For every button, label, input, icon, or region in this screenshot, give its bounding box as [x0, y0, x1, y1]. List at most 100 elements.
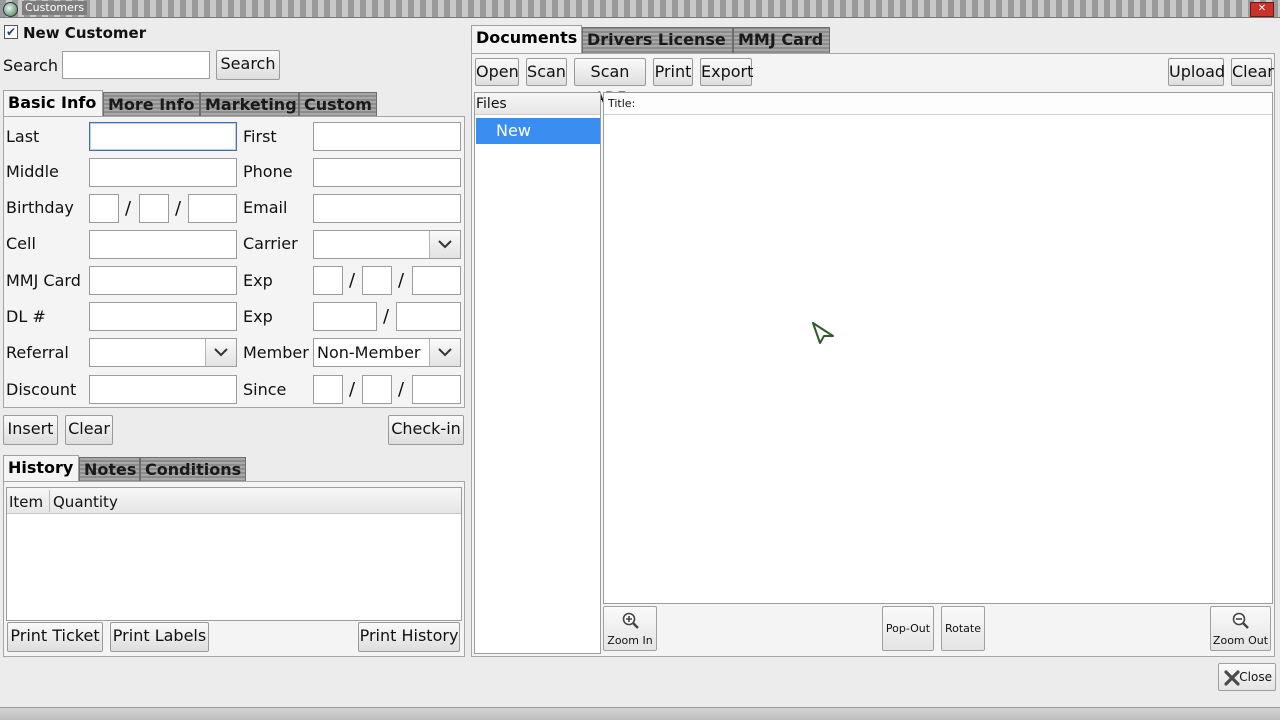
chevron-down-icon[interactable] — [205, 339, 236, 366]
print-ticket-button[interactable]: Print Ticket — [7, 622, 103, 652]
chevron-down-icon[interactable] — [429, 339, 460, 366]
zoom-in-button[interactable]: Zoom In — [603, 606, 657, 651]
dl-number-input[interactable] — [89, 302, 237, 331]
column-header-item[interactable]: Item — [9, 492, 43, 512]
scan-button[interactable]: Scan — [526, 58, 567, 86]
dl-exp-year-input[interactable] — [396, 302, 461, 331]
check-in-button[interactable]: Check-in — [388, 415, 464, 445]
mmj-exp-label: Exp — [243, 271, 273, 290]
mmj-exp-separator: / — [349, 270, 356, 291]
title-bar: Customers ✕ — [0, 0, 1280, 18]
rotate-button[interactable]: Rotate — [941, 606, 985, 651]
close-button[interactable]: Close — [1218, 663, 1276, 691]
dl-exp-month-input[interactable] — [313, 302, 377, 331]
tab-marketing[interactable]: Marketing — [200, 92, 299, 117]
search-label: Search — [3, 56, 58, 75]
birthday-month-input[interactable] — [89, 194, 119, 223]
phone-input[interactable] — [313, 158, 461, 187]
chevron-down-icon[interactable] — [429, 231, 460, 258]
cell-input[interactable] — [89, 230, 237, 259]
birthday-year-input[interactable] — [188, 194, 237, 223]
zoom-out-button[interactable]: Zoom Out — [1210, 606, 1271, 651]
pop-out-button[interactable]: Pop-Out — [882, 606, 934, 651]
dl-exp-separator: / — [383, 306, 390, 327]
first-name-input[interactable] — [313, 122, 461, 151]
dl-label: DL # — [6, 307, 46, 326]
mmj-card-input[interactable] — [89, 266, 237, 295]
clear-button[interactable]: Clear — [65, 415, 113, 445]
tab-mmj-card[interactable]: MMJ Card — [733, 27, 830, 53]
since-separator: / — [398, 379, 405, 400]
file-item-new[interactable]: New — [476, 118, 600, 144]
viewer-title-bar: Title: — [604, 93, 1272, 115]
carrier-label: Carrier — [243, 234, 298, 253]
open-button[interactable]: Open — [475, 58, 519, 86]
print-history-button[interactable]: Print History — [358, 622, 460, 652]
zoom-in-label: Zoom In — [607, 634, 653, 647]
since-separator: / — [349, 379, 356, 400]
birthday-separator: / — [125, 198, 132, 219]
column-header-quantity[interactable]: Quantity — [53, 492, 118, 512]
middle-label: Middle — [6, 162, 59, 181]
tab-custom[interactable]: Custom — [299, 92, 377, 117]
birthday-separator: / — [175, 198, 182, 219]
since-day-input[interactable] — [362, 375, 392, 404]
mmj-card-label: MMJ Card — [6, 271, 81, 290]
middle-name-input[interactable] — [89, 158, 237, 187]
email-label: Email — [243, 198, 288, 217]
window-close-icon[interactable]: ✕ — [1250, 2, 1274, 17]
new-customer-label: New Customer — [23, 24, 147, 42]
files-header: Files — [475, 93, 600, 115]
since-month-input[interactable] — [313, 375, 343, 404]
new-customer-checkbox[interactable]: ✔ — [4, 25, 18, 39]
mmj-exp-year-input[interactable] — [412, 266, 461, 295]
birthday-label: Birthday — [6, 198, 74, 217]
zoom-in-icon — [622, 612, 639, 629]
mmj-exp-month-input[interactable] — [313, 266, 343, 295]
discount-label: Discount — [6, 380, 77, 399]
print-button[interactable]: Print — [653, 58, 693, 86]
close-icon — [1224, 670, 1240, 686]
upload-button[interactable]: Upload — [1168, 58, 1225, 86]
print-labels-button[interactable]: Print Labels — [110, 622, 209, 652]
zoom-out-label: Zoom Out — [1212, 634, 1269, 647]
discount-input[interactable] — [89, 375, 237, 404]
email-input[interactable] — [313, 194, 461, 223]
cell-label: Cell — [6, 234, 36, 253]
member-select[interactable]: Non-Member — [313, 338, 461, 367]
member-label: Member — [243, 343, 309, 362]
carrier-select[interactable] — [313, 230, 461, 259]
tab-drivers-license[interactable]: Drivers License — [582, 27, 733, 53]
birthday-day-input[interactable] — [139, 194, 169, 223]
zoom-out-icon — [1232, 612, 1249, 629]
window-bottom-border — [0, 707, 1280, 720]
since-year-input[interactable] — [412, 375, 461, 404]
clear-document-button[interactable]: Clear — [1231, 58, 1274, 86]
tab-more-info[interactable]: More Info — [103, 92, 200, 117]
export-button[interactable]: Export — [700, 58, 753, 86]
column-divider — [49, 490, 50, 512]
close-label: Close — [1239, 670, 1272, 684]
tab-basic-info[interactable]: Basic Info — [3, 90, 103, 118]
mouse-cursor-icon — [812, 322, 834, 344]
tab-notes[interactable]: Notes — [79, 457, 140, 482]
search-input[interactable] — [62, 51, 210, 79]
insert-button[interactable]: Insert — [3, 415, 58, 445]
scan-adf-button[interactable]: Scan ADF — [574, 58, 646, 107]
search-button[interactable]: Search — [216, 50, 280, 80]
tab-documents[interactable]: Documents — [471, 25, 582, 54]
last-label: Last — [6, 127, 40, 146]
phone-label: Phone — [243, 162, 293, 181]
last-name-input[interactable] — [89, 122, 237, 151]
files-list — [474, 92, 601, 654]
referral-select[interactable] — [89, 338, 237, 367]
tab-conditions[interactable]: Conditions — [140, 457, 246, 482]
mmj-exp-separator: / — [398, 270, 405, 291]
mmj-exp-day-input[interactable] — [362, 266, 392, 295]
dl-exp-label: Exp — [243, 307, 273, 326]
tab-history[interactable]: History — [3, 455, 79, 483]
referral-label: Referral — [6, 343, 69, 362]
first-label: First — [243, 127, 277, 146]
files-header-label: Files — [476, 96, 507, 112]
member-value: Non-Member — [317, 343, 421, 362]
